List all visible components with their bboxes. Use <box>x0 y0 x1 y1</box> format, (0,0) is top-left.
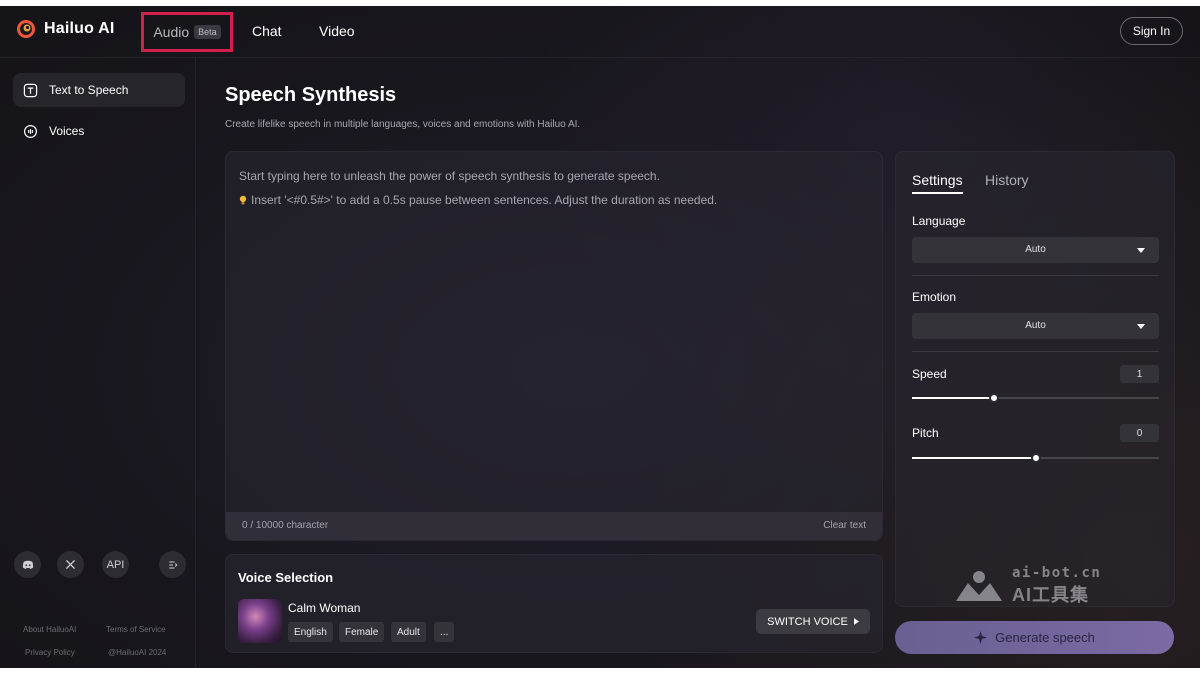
slider-handle[interactable] <box>1030 453 1041 463</box>
language-label: Language <box>912 214 966 228</box>
brand-name: Hailuo AI <box>44 20 115 37</box>
sidebar-item-label: Voices <box>49 124 85 138</box>
sign-in-button[interactable]: Sign In <box>1120 17 1183 45</box>
voice-tag: Female <box>339 622 385 642</box>
generate-speech-label: Generate speech <box>995 630 1095 645</box>
page-subtitle: Create lifelike speech in multiple langu… <box>225 119 581 130</box>
voice-name: Calm Woman <box>288 601 361 615</box>
watermark-line1: ai-bot.cn <box>1012 565 1102 581</box>
tab-settings[interactable]: Settings <box>912 172 963 194</box>
pitch-value-box[interactable]: 0 <box>1120 424 1159 442</box>
nav-video[interactable]: Video <box>319 23 355 39</box>
beta-badge: Beta <box>194 25 221 39</box>
sidebar-item-text-to-speech[interactable]: Text to Speech <box>13 73 185 107</box>
chevron-down-icon <box>1137 324 1145 329</box>
app-frame: Hailuo AI Audio Beta Chat Video Sign In … <box>0 6 1200 668</box>
pitch-slider[interactable] <box>912 452 1159 464</box>
nav-audio-label: Audio <box>153 24 190 40</box>
tab-history[interactable]: History <box>985 172 1029 188</box>
language-select[interactable]: Auto <box>912 237 1159 263</box>
emotion-select[interactable]: Auto <box>912 313 1159 339</box>
chevron-down-icon <box>1137 248 1145 253</box>
speed-slider[interactable] <box>912 392 1159 404</box>
collapse-sidebar-icon[interactable] <box>159 551 186 578</box>
discord-icon[interactable] <box>14 551 41 578</box>
editor-tip-text: Insert '<#0.5#>' to add a 0.5s pause bet… <box>251 193 718 207</box>
generate-speech-button[interactable]: Generate speech <box>895 621 1174 654</box>
pitch-label: Pitch <box>912 426 939 440</box>
watermark-line2: AI工具集 <box>1012 585 1089 605</box>
editor-tip: Insert '<#0.5#>' to add a 0.5s pause bet… <box>239 193 717 207</box>
footer-terms-link[interactable]: Terms of Service <box>106 625 166 634</box>
voice-tag-more[interactable]: ... <box>434 622 455 642</box>
nav-audio[interactable]: Audio Beta <box>141 12 233 52</box>
api-label: API <box>106 558 125 571</box>
brand[interactable]: Hailuo AI <box>16 19 115 39</box>
editor-footer: 0 / 10000 character Clear text <box>226 512 882 540</box>
page-title: Speech Synthesis <box>225 84 397 106</box>
speed-label: Speed <box>912 367 947 381</box>
voice-tag: English <box>288 622 333 642</box>
slider-handle[interactable] <box>988 393 999 403</box>
voices-icon <box>23 124 38 138</box>
nav-chat[interactable]: Chat <box>252 23 282 39</box>
watermark-text: ai-bot.cn AI工具集 <box>1012 565 1101 607</box>
slider-fill <box>912 457 1036 459</box>
footer-privacy-link[interactable]: Privacy Policy <box>25 648 75 657</box>
character-count: 0 / 10000 character <box>242 520 329 531</box>
voice-avatar <box>238 599 282 643</box>
slider-fill <box>912 397 994 399</box>
divider <box>912 351 1159 352</box>
emotion-value: Auto <box>1025 320 1046 331</box>
sidebar: Text to Speech Voices API About HailuoAI… <box>0 58 196 668</box>
watermark-logo-icon <box>956 571 1002 601</box>
lightbulb-icon <box>239 195 247 204</box>
speed-value-box[interactable]: 1 <box>1120 365 1159 383</box>
settings-panel: Settings History Language Auto Emotion A… <box>895 151 1175 607</box>
sidebar-item-label: Text to Speech <box>49 83 129 97</box>
sparkle-icon <box>974 631 988 644</box>
hailuo-logo-icon <box>17 20 35 38</box>
voice-tag: Adult <box>391 622 426 642</box>
text-editor[interactable]: Start typing here to unleash the power o… <box>225 151 883 541</box>
caret-right-icon <box>853 618 859 625</box>
language-value: Auto <box>1025 244 1046 255</box>
sidebar-item-voices[interactable]: Voices <box>13 114 185 148</box>
switch-voice-button[interactable]: SWITCH VOICE <box>756 609 870 634</box>
api-link[interactable]: API <box>102 551 129 578</box>
footer-copyright: @HailuoAI 2024 <box>108 648 167 657</box>
watermark: ai-bot.cn AI工具集 <box>954 565 1101 607</box>
emotion-label: Emotion <box>912 290 957 304</box>
divider <box>912 275 1159 276</box>
footer-about-link[interactable]: About HailuoAI <box>23 625 76 634</box>
switch-voice-label: SWITCH VOICE <box>767 615 848 628</box>
voice-selection-panel: Voice Selection Calm Woman English Femal… <box>225 554 883 653</box>
top-bar: Hailuo AI Audio Beta Chat Video Sign In <box>0 6 1200 58</box>
x-twitter-icon[interactable] <box>57 551 84 578</box>
editor-placeholder: Start typing here to unleash the power o… <box>239 169 660 183</box>
text-to-speech-icon <box>23 83 38 97</box>
voice-selection-title: Voice Selection <box>238 570 334 585</box>
clear-text-button[interactable]: Clear text <box>823 520 866 531</box>
